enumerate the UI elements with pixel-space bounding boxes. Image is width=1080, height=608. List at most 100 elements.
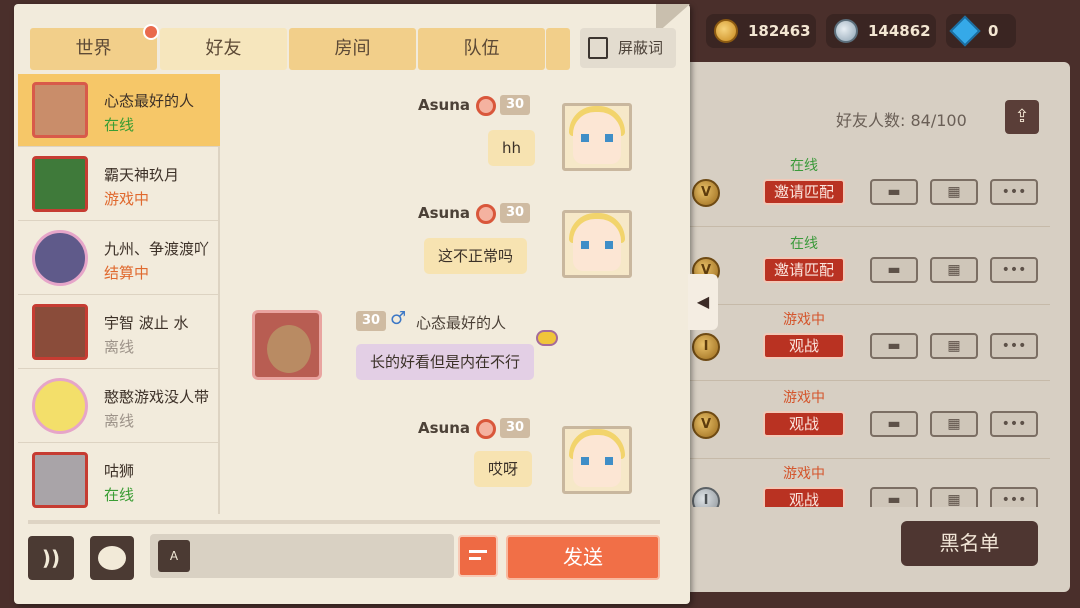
more-icon[interactable]: ••• <box>990 257 1038 283</box>
send-button[interactable]: 发送 <box>506 535 660 580</box>
more-icon[interactable]: ••• <box>990 333 1038 359</box>
spectate-button[interactable]: 观战 <box>763 333 845 359</box>
friend-status: 游戏中 <box>783 390 825 406</box>
gold-amount: 182463 <box>748 22 811 40</box>
avatar <box>32 452 88 508</box>
invite-match-button[interactable]: 邀请匹配 <box>763 179 845 205</box>
tab-label: 好友 <box>205 38 242 59</box>
avatar[interactable] <box>252 310 322 380</box>
voice-button[interactable]: )) <box>28 536 74 580</box>
invite-match-button[interactable]: 邀请匹配 <box>763 257 845 283</box>
friend-status: 离线 <box>104 412 135 430</box>
friend-row: I 游戏中 观战 ▬ ▦ ••• <box>688 309 1050 381</box>
friend-status: 游戏中 <box>104 190 150 208</box>
friend-status: 在线 <box>104 116 135 134</box>
avatar-eyes <box>581 241 613 249</box>
collapse-panel-button[interactable]: ◀ <box>688 274 718 330</box>
vip-badge-icon: I <box>692 487 720 507</box>
chat-bubble-icon[interactable]: ▬ <box>870 179 918 205</box>
block-words-label: 屏蔽词 <box>618 39 664 57</box>
avatar[interactable] <box>562 210 632 278</box>
tab-room[interactable]: 房间 <box>289 28 416 70</box>
emoji-button[interactable] <box>90 536 134 580</box>
friend-list-item[interactable]: 心态最好的人 在线 <box>18 74 220 147</box>
friend-list-item[interactable]: 憨憨游戏没人带 离线 <box>18 370 220 443</box>
avatar[interactable] <box>562 426 632 494</box>
friend-name: 咕狮 <box>104 462 135 480</box>
level-badge: 30 <box>500 203 530 223</box>
friend-status: 离线 <box>104 338 135 356</box>
chat-bubble-icon[interactable]: ▬ <box>870 411 918 437</box>
gift-icon[interactable]: ▦ <box>930 411 978 437</box>
friend-row: I 游戏中 观战 ▬ ▦ ••• <box>688 463 1050 507</box>
friend-list-item[interactable]: 咕狮 在线 <box>18 444 220 517</box>
gift-icon[interactable]: ▦ <box>930 487 978 507</box>
chat-bubble-icon[interactable]: ▬ <box>870 487 918 507</box>
vip-badge-icon: V <box>692 411 720 439</box>
blacklist-button[interactable]: 黑名单 <box>901 521 1038 566</box>
gift-icon[interactable]: ▦ <box>930 333 978 359</box>
chat-bubble-icon[interactable]: ▬ <box>870 257 918 283</box>
vip-badge-icon: V <box>692 179 720 207</box>
gold-currency: 182463 <box>706 14 816 48</box>
block-words-button[interactable]: 屏蔽词 <box>580 28 676 68</box>
medal-icon <box>476 96 496 116</box>
friend-name: 心态最好的人 <box>104 92 195 110</box>
friend-list-item[interactable]: 九州、争渡渡吖 结算中 <box>18 222 220 295</box>
friend-status: 在线 <box>790 236 818 252</box>
sender-name: Asuna <box>418 419 471 437</box>
sender-name: Asuna <box>418 96 471 114</box>
speech-to-text-icon[interactable]: A <box>158 540 190 572</box>
message-bubble: 哎呀 <box>474 451 533 487</box>
friend-name: 憨憨游戏没人带 <box>104 388 210 406</box>
tab-label: 世界 <box>75 38 112 59</box>
tab-friends[interactable]: 好友 <box>160 28 287 70</box>
voice-wave-icon: )) <box>41 546 61 570</box>
friend-name: 宇智 波止 水 <box>104 314 189 332</box>
silver-amount: 144862 <box>868 22 931 40</box>
quick-message-button[interactable] <box>458 535 498 577</box>
tab-label: 队伍 <box>463 38 500 59</box>
spectate-button[interactable]: 观战 <box>763 411 845 437</box>
avatar[interactable] <box>562 103 632 171</box>
friend-list: 心态最好的人 在线 霸天神玖月 游戏中 九州、争渡渡吖 结算中 宇智 波止 水 … <box>18 74 220 514</box>
gift-icon[interactable]: ▦ <box>930 257 978 283</box>
spectate-button[interactable]: 观战 <box>763 487 845 507</box>
divider <box>28 520 660 524</box>
tab-world[interactable]: 世界 <box>30 24 159 70</box>
gold-coin-icon <box>714 19 738 43</box>
avatar <box>32 156 88 212</box>
chat-input[interactable] <box>150 534 454 578</box>
friend-status: 游戏中 <box>783 466 825 482</box>
vip-badge-icon: I <box>692 333 720 361</box>
silver-coin-icon <box>834 19 858 43</box>
avatar <box>32 378 88 434</box>
message-bubble: 长的好看但是内在不行 <box>356 344 535 380</box>
avatar-face <box>267 325 311 373</box>
sender-name: Asuna <box>418 204 471 222</box>
tab-overflow <box>546 28 570 70</box>
more-icon[interactable]: ••• <box>990 179 1038 205</box>
medal-icon <box>476 204 496 224</box>
block-list-icon <box>588 37 608 59</box>
friend-name: 霸天神玖月 <box>104 166 180 184</box>
chat-bubble-icon[interactable]: ▬ <box>870 333 918 359</box>
more-icon[interactable]: ••• <box>990 487 1038 507</box>
gift-icon[interactable]: ▦ <box>930 179 978 205</box>
message-icon-line <box>469 557 481 560</box>
notification-dot-icon <box>143 24 159 40</box>
message-icon <box>469 550 487 553</box>
tab-team[interactable]: 队伍 <box>418 28 545 70</box>
avatar <box>32 82 88 138</box>
mic-label: A <box>169 549 179 563</box>
bow-decoration-icon <box>536 330 558 346</box>
gem-amount: 0 <box>988 22 999 40</box>
friend-status: 在线 <box>790 158 818 174</box>
chevron-left-icon: ◀ <box>696 292 710 311</box>
friend-list-item[interactable]: 霸天神玖月 游戏中 <box>18 148 220 221</box>
tab-label: 房间 <box>334 38 371 59</box>
friend-list-item[interactable]: 宇智 波止 水 离线 <box>18 296 220 369</box>
more-icon[interactable]: ••• <box>990 411 1038 437</box>
add-friend-button[interactable]: ⇪ <box>1005 100 1039 134</box>
message-bubble: 这不正常吗 <box>424 238 528 274</box>
